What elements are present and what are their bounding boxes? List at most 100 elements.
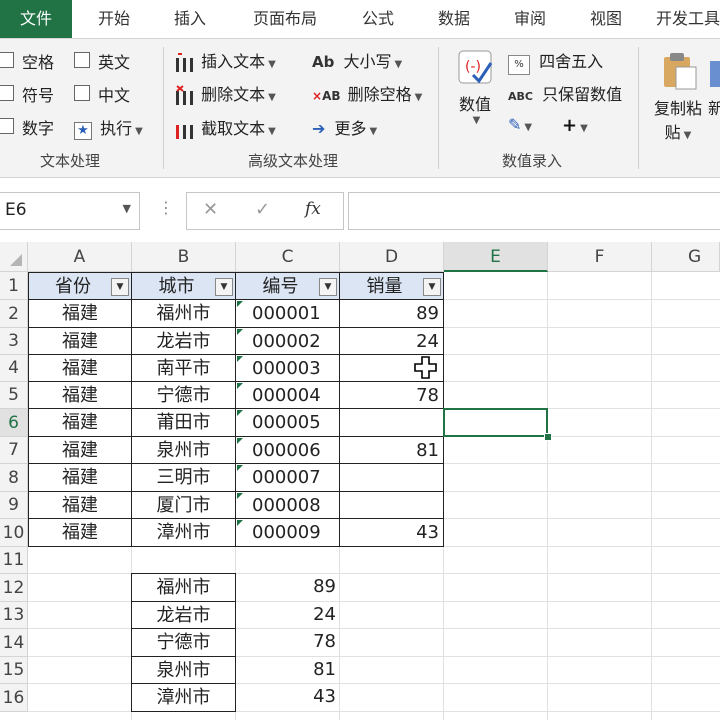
row-header-16[interactable]: 16 bbox=[0, 684, 28, 712]
filter-dropdown-icon[interactable]: ▼ bbox=[215, 278, 233, 296]
row-header-9[interactable]: 9 bbox=[0, 492, 28, 519]
table-cell[interactable]: 厦门市 bbox=[131, 491, 236, 519]
lower-value-cell[interactable]: 81 bbox=[235, 656, 340, 684]
chevron-down-icon[interactable]: ▼ bbox=[123, 202, 131, 215]
table-cell[interactable]: 福建 bbox=[28, 408, 132, 437]
lower-city-cell[interactable]: 宁德市 bbox=[131, 628, 236, 657]
checkbox-english[interactable] bbox=[74, 52, 90, 68]
active-cell-e6[interactable] bbox=[443, 408, 548, 437]
insert-text-button[interactable]: 插入文本 ▼ bbox=[174, 48, 276, 74]
fill-handle[interactable] bbox=[544, 433, 552, 441]
lower-value-cell[interactable]: 89 bbox=[235, 573, 340, 602]
column-header-d[interactable]: D bbox=[340, 242, 444, 272]
table-cell[interactable]: 福建 bbox=[28, 491, 132, 519]
row-header-8[interactable]: 8 bbox=[0, 464, 28, 492]
edit-dropdown-button[interactable]: ✎ ▼ bbox=[508, 115, 532, 134]
tab-home[interactable]: 开始 bbox=[84, 0, 144, 38]
number-value-button[interactable]: (-) 数值 ▼ bbox=[450, 47, 500, 147]
tab-view[interactable]: 视图 bbox=[576, 0, 636, 38]
table-cell[interactable]: 福建 bbox=[28, 354, 132, 382]
add-dropdown-button[interactable]: + ▼ bbox=[562, 115, 588, 136]
tab-data[interactable]: 数据 bbox=[424, 0, 484, 38]
filter-dropdown-icon[interactable]: ▼ bbox=[111, 278, 129, 296]
row-header-10[interactable]: 10 bbox=[0, 519, 28, 547]
table-cell[interactable] bbox=[339, 408, 444, 437]
table-cell[interactable]: 000007 bbox=[235, 463, 340, 492]
tab-insert[interactable]: 插入 bbox=[160, 0, 220, 38]
table-cell[interactable] bbox=[339, 491, 444, 519]
table-cell[interactable]: 漳州市 bbox=[131, 518, 236, 547]
table-cell[interactable]: 福建 bbox=[28, 518, 132, 547]
tab-file[interactable]: 文件 bbox=[0, 0, 72, 38]
row-header-11[interactable]: 11 bbox=[0, 547, 28, 574]
lower-value-cell[interactable]: 78 bbox=[235, 628, 340, 657]
tab-formulas[interactable]: 公式 bbox=[348, 0, 408, 38]
tab-page-layout[interactable]: 页面布局 bbox=[240, 0, 330, 38]
tab-developer[interactable]: 开发工具 bbox=[656, 0, 720, 38]
table-cell[interactable]: 43 bbox=[339, 518, 444, 547]
table-cell[interactable]: 89 bbox=[339, 299, 444, 328]
table-cell[interactable]: 000005 bbox=[235, 408, 340, 437]
select-all-corner[interactable] bbox=[0, 242, 28, 272]
row-header-6[interactable]: 6 bbox=[0, 409, 28, 437]
table-cell[interactable]: 南平市 bbox=[131, 354, 236, 382]
copy-paste-button[interactable]: 复制粘 贴 ▼ bbox=[648, 51, 708, 143]
table-cell[interactable]: 78 bbox=[339, 381, 444, 409]
filter-dropdown-icon[interactable]: ▼ bbox=[319, 278, 337, 296]
more-button[interactable]: ➔ 更多 ▼ bbox=[312, 115, 377, 139]
lower-city-cell[interactable]: 福州市 bbox=[131, 573, 236, 602]
row-header-14[interactable]: 14 bbox=[0, 629, 28, 657]
row-header-3[interactable]: 3 bbox=[0, 328, 28, 355]
table-cell[interactable]: 福建 bbox=[28, 463, 132, 492]
table-cell[interactable]: 000009 bbox=[235, 518, 340, 547]
table-cell[interactable]: 福建 bbox=[28, 381, 132, 409]
row-header-13[interactable]: 13 bbox=[0, 602, 28, 629]
delete-text-button[interactable]: 删除文本 ▼ bbox=[174, 81, 276, 107]
column-header-f[interactable]: F bbox=[548, 242, 652, 272]
checkbox-space[interactable] bbox=[0, 52, 14, 68]
row-header-12[interactable]: 12 bbox=[0, 574, 28, 602]
execute-button[interactable]: ★ 执行 ▼ bbox=[74, 115, 143, 140]
table-cell[interactable]: 泉州市 bbox=[131, 436, 236, 464]
table-cell[interactable]: 莆田市 bbox=[131, 408, 236, 437]
table-cell[interactable]: 福州市 bbox=[131, 299, 236, 328]
lower-city-cell[interactable]: 泉州市 bbox=[131, 656, 236, 684]
column-header-c[interactable]: C bbox=[236, 242, 340, 272]
row-header-5[interactable]: 5 bbox=[0, 382, 28, 409]
row-header-15[interactable]: 15 bbox=[0, 657, 28, 684]
table-cell[interactable]: 000004 bbox=[235, 381, 340, 409]
row-header-4[interactable]: 4 bbox=[0, 355, 28, 382]
confirm-icon[interactable]: ✓ bbox=[255, 199, 270, 220]
table-cell[interactable]: 24 bbox=[339, 327, 444, 355]
round-button[interactable]: % 四舍五入 bbox=[508, 48, 603, 75]
formula-input[interactable] bbox=[348, 192, 720, 230]
checkbox-symbol[interactable] bbox=[0, 85, 14, 101]
filter-dropdown-icon[interactable]: ▼ bbox=[423, 278, 441, 296]
column-header-a[interactable]: A bbox=[28, 242, 132, 272]
column-header-b[interactable]: B bbox=[132, 242, 236, 272]
row-header-2[interactable]: 2 bbox=[0, 300, 28, 328]
checkbox-number[interactable] bbox=[0, 118, 14, 134]
lower-value-cell[interactable]: 24 bbox=[235, 601, 340, 629]
checkbox-chinese[interactable] bbox=[74, 85, 90, 101]
table-cell[interactable]: 宁德市 bbox=[131, 381, 236, 409]
lower-value-cell[interactable]: 43 bbox=[235, 683, 340, 712]
cancel-icon[interactable]: ✕ bbox=[203, 199, 218, 220]
table-cell[interactable]: 000008 bbox=[235, 491, 340, 519]
row-header-1[interactable]: 1 bbox=[0, 272, 28, 300]
table-cell[interactable]: 三明市 bbox=[131, 463, 236, 492]
row-header-7[interactable]: 7 bbox=[0, 437, 28, 464]
function-icon[interactable]: fx bbox=[305, 199, 321, 219]
case-button[interactable]: Ab 大小写 ▼ bbox=[312, 48, 402, 72]
tab-review[interactable]: 审阅 bbox=[500, 0, 560, 38]
lower-city-cell[interactable]: 龙岩市 bbox=[131, 601, 236, 629]
extract-text-button[interactable]: 截取文本 ▼ bbox=[174, 115, 276, 141]
table-cell[interactable]: 81 bbox=[339, 436, 444, 464]
delete-space-button[interactable]: ×AB 删除空格 ▼ bbox=[312, 81, 422, 105]
next-button-partial[interactable]: 新 bbox=[708, 51, 720, 119]
table-cell[interactable]: 福建 bbox=[28, 436, 132, 464]
table-cell[interactable]: 000001 bbox=[235, 299, 340, 328]
table-cell[interactable]: 福建 bbox=[28, 299, 132, 328]
keep-number-button[interactable]: ABC 只保留数值 bbox=[508, 81, 622, 105]
column-header-e[interactable]: E bbox=[444, 242, 548, 272]
